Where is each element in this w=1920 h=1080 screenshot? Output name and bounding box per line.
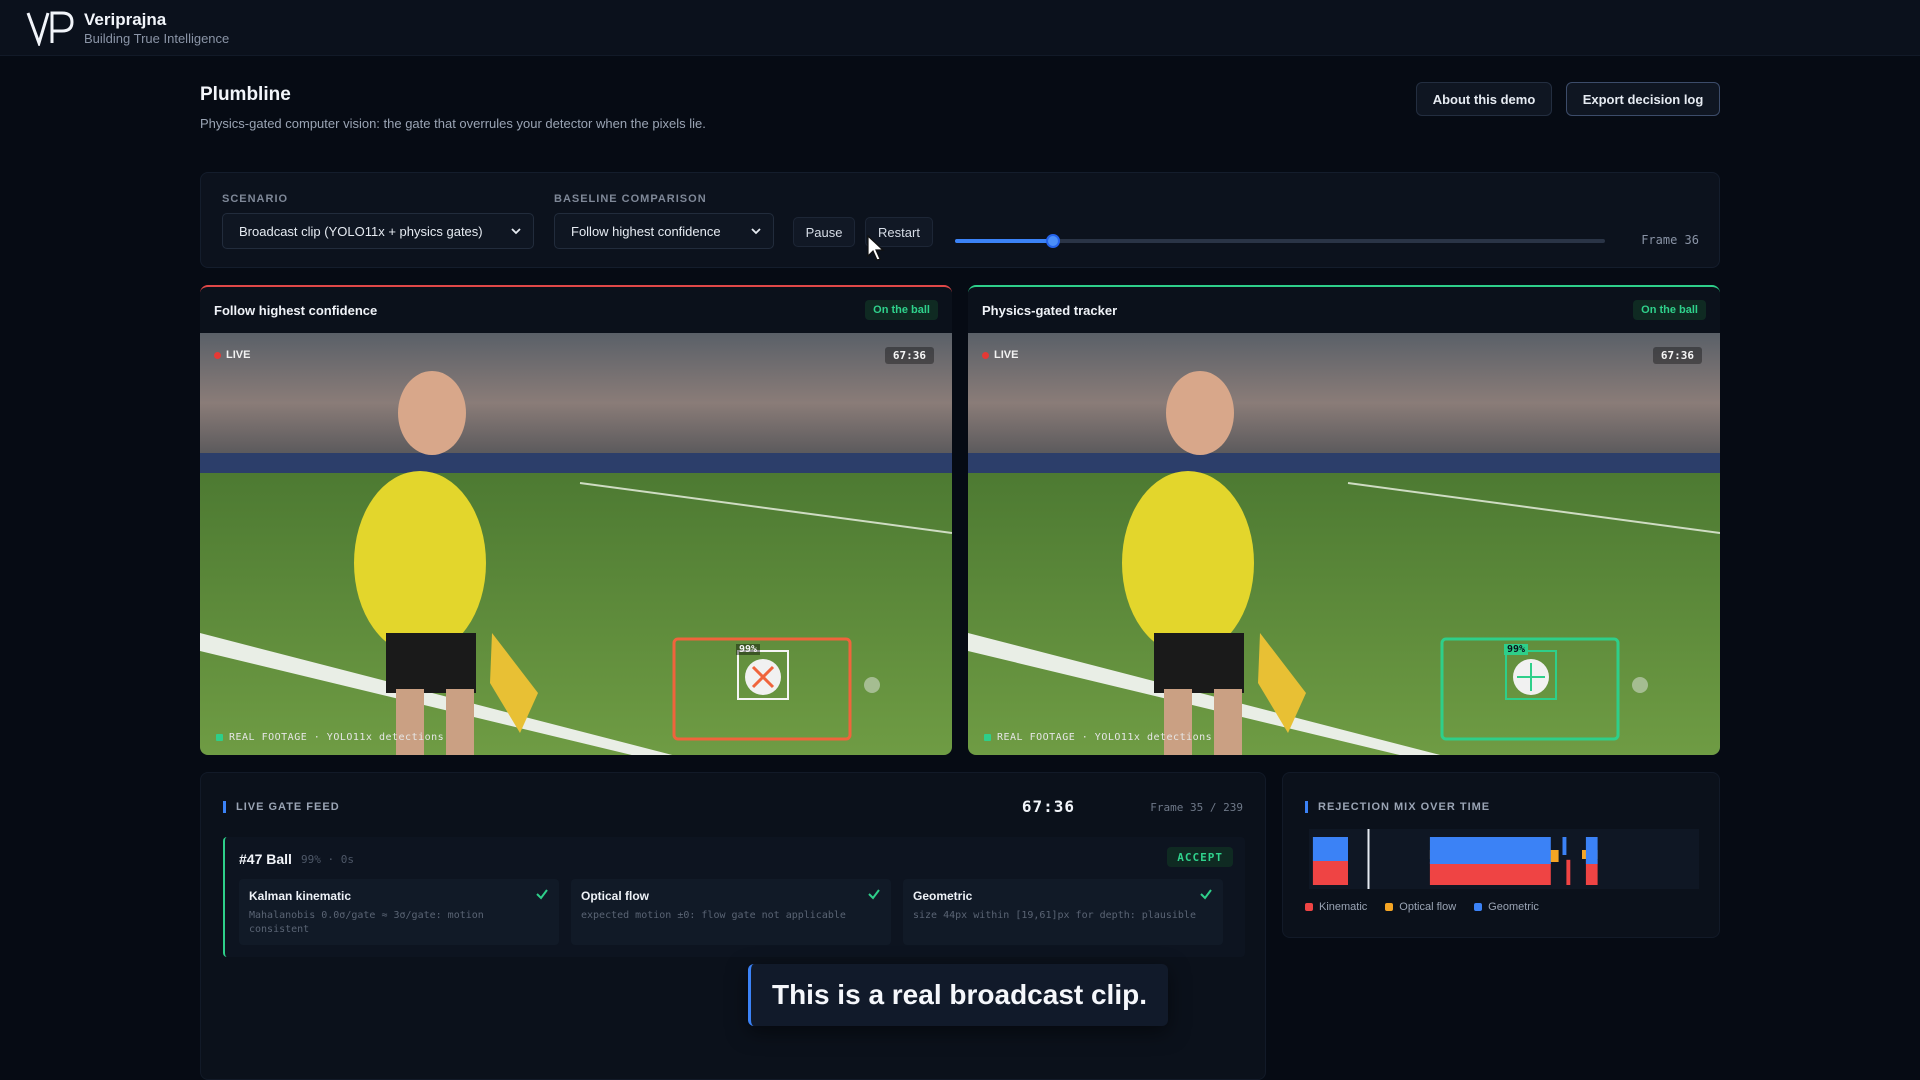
baseline-status-badge: On the ball: [865, 300, 938, 320]
feed-frame-counter: Frame 35 / 239: [1150, 801, 1243, 814]
detection-confidence-label: 99%: [736, 644, 761, 655]
baseline-select-value: Follow highest confidence: [571, 223, 721, 239]
legend-geometric: Geometric: [1474, 901, 1539, 913]
legend-swatch: [1385, 903, 1394, 911]
caption-overlay: This is a real broadcast clip.: [748, 964, 1168, 1026]
chevron-down-icon: [511, 228, 521, 235]
gate-geometric: Geometric size 44px within [19,61]px for…: [903, 879, 1223, 945]
gate-detail: expected motion ±0: flow gate not applic…: [581, 910, 846, 921]
gate-detail: Mahalanobis 0.0σ/gate ≈ 3σ/gate: motion …: [249, 910, 484, 935]
footage-text: REAL FOOTAGE · YOLO11x detections: [229, 732, 445, 743]
legend-label: Geometric: [1488, 901, 1539, 913]
gated-panel-title: Physics-gated tracker: [982, 303, 1118, 318]
controls-panel: SCENARIO Broadcast clip (YOLO11x + physi…: [200, 172, 1720, 268]
page-subtitle: Physics-gated computer vision: the gate …: [200, 116, 706, 131]
gate-optical-flow: Optical flow expected motion ±0: flow ga…: [571, 879, 891, 945]
legend-label: Kinematic: [1319, 901, 1368, 913]
gate-title: Geometric: [913, 889, 973, 903]
gated-status-badge: On the ball: [1633, 300, 1706, 320]
rejection-mix-title: REJECTION MIX OVER TIME: [1305, 801, 1490, 813]
gate-title: Kalman kinematic: [249, 889, 352, 903]
live-text: LIVE: [226, 349, 251, 361]
gated-video-frame[interactable]: [968, 333, 1720, 755]
footage-caption: REAL FOOTAGE · YOLO11x detections: [216, 732, 444, 743]
brand-name: Veriprajna: [84, 10, 167, 29]
detection-id: #47 Ball: [239, 851, 292, 867]
detection-card[interactable]: #47 Ball 99% · 0s ACCEPT Kalman kinemati…: [223, 837, 1245, 957]
live-gate-feed-title: LIVE GATE FEED: [223, 801, 340, 813]
mix-segment-geometric: [1429, 837, 1551, 864]
mix-segment-geometric: [1585, 837, 1598, 864]
gated-video-panel: Physics-gated tracker On the ball LIVE 6…: [968, 285, 1720, 755]
chart-legend: Kinematic Optical flow Geometric: [1305, 901, 1539, 913]
detection-confidence-label: 99%: [1504, 644, 1529, 655]
live-indicator: LIVE: [214, 349, 250, 361]
legend-kinematic: Kinematic: [1305, 901, 1367, 913]
check-icon: [868, 889, 880, 900]
frame-readout: Frame 36: [1641, 233, 1699, 247]
mix-segment-kinematic: [1312, 859, 1348, 885]
about-demo-button[interactable]: About this demo: [1416, 82, 1552, 116]
match-clock: 67:36: [884, 347, 934, 364]
scenario-select-value: Broadcast clip (YOLO11x + physics gates): [239, 223, 483, 239]
page-title: Plumbline: [200, 84, 291, 105]
legend-label: Optical flow: [1399, 901, 1457, 913]
baseline-label: BASELINE COMPARISON: [554, 193, 707, 205]
live-gate-feed-panel: LIVE GATE FEED 67:36 Frame 35 / 239 #47 …: [200, 772, 1266, 1080]
frame-slider-fill: [955, 239, 1053, 243]
chevron-down-icon: [751, 228, 761, 235]
footage-dot-icon: [216, 734, 223, 741]
top-bar: Veriprajna Building True Intelligence: [0, 0, 1920, 56]
veriprajna-logo-icon[interactable]: [26, 10, 74, 46]
feed-clock: 67:36: [1021, 797, 1075, 816]
check-icon: [1200, 889, 1212, 900]
frame-slider-thumb[interactable]: [1045, 234, 1060, 248]
live-dot-icon: [982, 351, 989, 359]
footage-dot-icon: [984, 734, 991, 741]
scenario-label: SCENARIO: [222, 193, 289, 205]
rejection-mix-chart: [1309, 829, 1699, 889]
verdict-badge: ACCEPT: [1167, 847, 1233, 867]
legend-optical-flow: Optical flow: [1385, 901, 1456, 913]
mix-segment-kinematic: [1429, 861, 1551, 885]
brand-tagline: Building True Intelligence: [84, 31, 230, 46]
mouse-cursor-icon: [867, 234, 885, 261]
mix-segment-geometric: [1312, 837, 1348, 861]
baseline-panel-title: Follow highest confidence: [214, 303, 378, 318]
scenario-select[interactable]: Broadcast clip (YOLO11x + physics gates): [222, 213, 534, 249]
frame-slider[interactable]: [955, 234, 1605, 248]
legend-swatch: [1305, 903, 1313, 911]
baseline-video-panel: Follow highest confidence On the ball LI…: [200, 285, 952, 755]
current-frame-marker: [1367, 829, 1370, 889]
rejection-mix-panel: REJECTION MIX OVER TIME Kinematic Optica…: [1282, 772, 1720, 938]
live-dot-icon: [214, 351, 221, 359]
baseline-select[interactable]: Follow highest confidence: [554, 213, 774, 249]
gate-title: Optical flow: [581, 889, 650, 903]
footage-caption: REAL FOOTAGE · YOLO11x detections: [984, 732, 1212, 743]
baseline-video-frame[interactable]: [200, 333, 952, 755]
mix-segment-geometric: [1562, 837, 1567, 855]
pause-button[interactable]: Pause: [793, 217, 855, 247]
gate-kalman-kinematic: Kalman kinematic Mahalanobis 0.0σ/gate ≈…: [239, 879, 559, 945]
legend-swatch: [1474, 903, 1483, 911]
export-decision-log-button[interactable]: Export decision log: [1566, 82, 1720, 116]
live-text: LIVE: [994, 349, 1019, 361]
footage-text: REAL FOOTAGE · YOLO11x detections: [997, 732, 1213, 743]
live-indicator: LIVE: [982, 349, 1018, 361]
detection-meta: 99% · 0s: [301, 853, 354, 866]
gate-detail: size 44px within [19,61]px for depth: pl…: [913, 910, 1196, 921]
check-icon: [536, 889, 548, 900]
mix-segment-kinematic: [1566, 859, 1571, 885]
match-clock: 67:36: [1652, 347, 1702, 364]
